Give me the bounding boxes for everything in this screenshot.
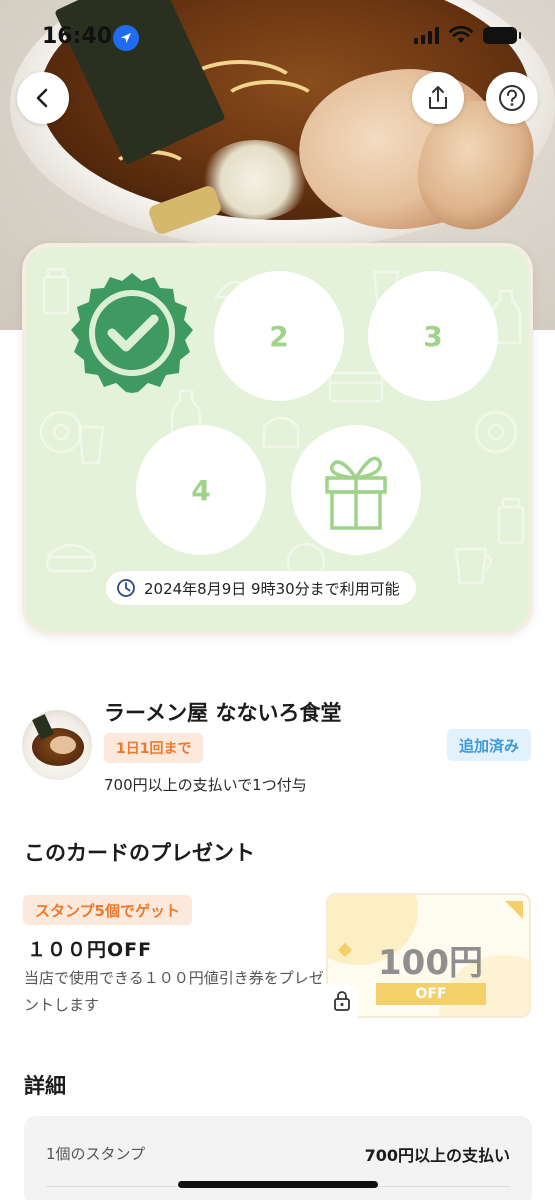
location-arrow-icon <box>113 25 139 51</box>
share-icon <box>429 86 447 109</box>
lock-icon <box>326 984 358 1018</box>
detail-row-label: 1個のスタンプ <box>46 1145 146 1163</box>
expiry-pill: 2024年8月9日 9時30分まで利用可能 <box>106 571 416 605</box>
reward-requirement-badge: スタンプ5個でゲット <box>23 895 192 925</box>
check-seal-icon <box>71 273 193 393</box>
cellular-signal-icon <box>414 26 439 44</box>
shop-thumbnail <box>22 710 92 780</box>
share-button[interactable] <box>412 72 464 124</box>
stamp-card: 2 3 4 2024年8月9日 9時30分まで利用可能 <box>22 243 533 635</box>
stamp-1-stamped <box>64 269 200 405</box>
shop-name: ラーメン屋 なないろ食堂 <box>104 701 342 725</box>
present-section-title: このカードのプレゼント <box>24 841 255 865</box>
home-indicator[interactable] <box>178 1181 378 1188</box>
stamp-slot-2: 2 <box>214 271 344 401</box>
chevron-left-icon <box>36 88 48 108</box>
wifi-icon <box>449 26 473 43</box>
reward-description: 当店で使用できる１００円値引き券をプレゼントします <box>24 969 324 1014</box>
expiry-text: 2024年8月9日 9時30分まで利用可能 <box>144 579 400 598</box>
limit-badge: 1日1回まで <box>104 733 204 763</box>
stamp-slot-4: 4 <box>136 425 266 555</box>
coupon-ribbon: OFF <box>376 983 486 1005</box>
status-icons <box>414 26 521 44</box>
clock-icon <box>117 579 135 597</box>
stamp-condition: 700円以上の支払いで1つ付与 <box>104 776 307 794</box>
detail-row-value: 700円以上の支払い <box>364 1146 510 1165</box>
help-button[interactable] <box>486 72 538 124</box>
back-button[interactable] <box>17 72 69 124</box>
reward-title: １００円OFF <box>27 939 153 961</box>
stamp-slot-gift <box>291 425 421 555</box>
coupon-amount: 100円 <box>378 943 483 983</box>
battery-icon <box>483 26 521 44</box>
stamp-slot-3: 3 <box>368 271 498 401</box>
question-icon <box>499 85 525 111</box>
gift-icon <box>325 456 387 530</box>
details-section-title: 詳細 <box>24 1074 66 1098</box>
status-time: 16:40 <box>42 24 113 49</box>
added-status-badge: 追加済み <box>446 729 531 761</box>
